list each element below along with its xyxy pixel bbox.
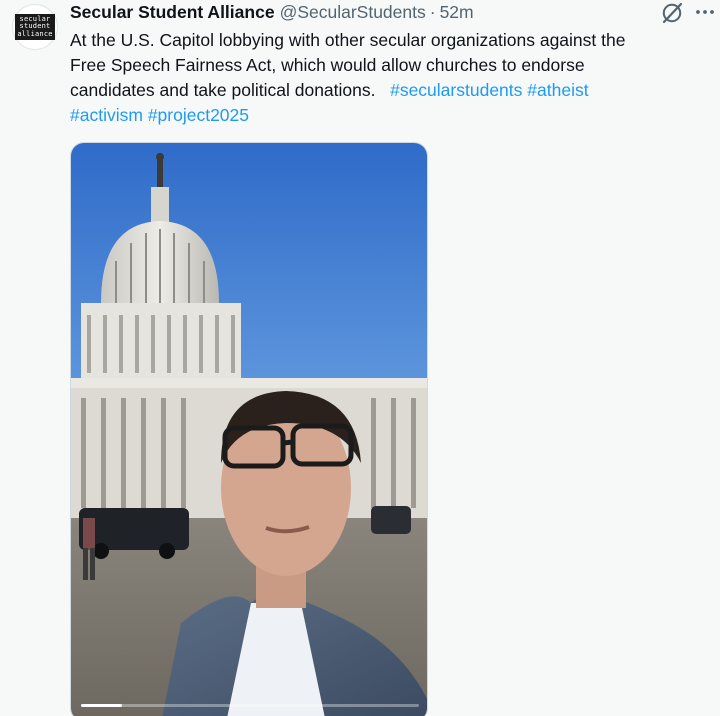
hashtag-link[interactable]: #atheist — [527, 80, 588, 100]
tweet-text: At the U.S. Capitol lobbying with other … — [70, 28, 710, 128]
display-name[interactable]: Secular Student Alliance — [70, 2, 275, 23]
hashtag-link[interactable]: #activism — [70, 105, 143, 125]
tweet-text-line: #activism #project2025 — [70, 103, 710, 128]
avatar-logo: secular student alliance — [15, 13, 55, 41]
tweet-text-line: Free Speech Fairness Act, which would al… — [70, 55, 585, 75]
tweet-header: Secular Student Alliance @SecularStudent… — [70, 1, 474, 23]
grok-icon[interactable] — [660, 1, 684, 25]
tweet-text-fragment: candidates and take political donations. — [70, 80, 376, 100]
video-progress-fill — [81, 704, 122, 707]
hashtag-link[interactable]: #secularstudents — [390, 80, 522, 100]
hashtag-link[interactable]: #project2025 — [148, 105, 249, 125]
tweet: secular student alliance Secular Student… — [0, 0, 720, 716]
tweet-text-line: At the U.S. Capitol lobbying with other … — [70, 30, 626, 50]
more-icon[interactable] — [694, 1, 716, 23]
video-progress-bar[interactable] — [81, 704, 419, 707]
tweet-text-line: candidates and take political donations.… — [70, 78, 710, 103]
handle[interactable]: @SecularStudents — [280, 2, 426, 23]
separator-dot: · — [429, 1, 436, 22]
avatar[interactable]: secular student alliance — [12, 4, 58, 50]
video-frame — [71, 143, 427, 716]
timestamp[interactable]: 52m — [440, 2, 474, 23]
video-player[interactable] — [70, 142, 428, 716]
